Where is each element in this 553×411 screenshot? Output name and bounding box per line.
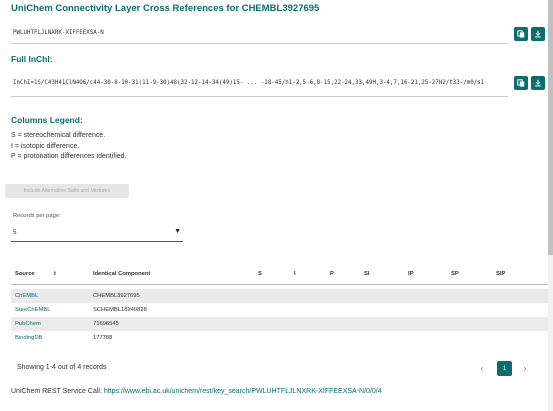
legend-line: P = protonation differences identified. xyxy=(11,153,127,160)
column-header-si: SI xyxy=(360,264,404,285)
copy-inchi-button[interactable] xyxy=(514,76,528,90)
rest-service-call: UniChem REST Service Call: https://www.e… xyxy=(11,388,382,395)
records-per-page-label: Records per page: xyxy=(13,213,61,219)
identical-component-cell: 71696545 xyxy=(89,317,254,331)
download-key-button[interactable] xyxy=(531,27,545,41)
column-header-ip: IP xyxy=(404,264,447,285)
pagination-current-page[interactable]: 1 xyxy=(497,361,512,376)
scrollbar-thumb[interactable] xyxy=(548,0,553,255)
source-link[interactable]: BindingDB xyxy=(11,331,89,345)
legend-line: I = isotopic difference. xyxy=(11,142,80,150)
copy-key-button[interactable] xyxy=(514,27,528,41)
download-icon xyxy=(535,30,541,38)
records-per-page-value: 5 xyxy=(13,229,17,236)
records-count: Showing 1-4 out of 4 records xyxy=(17,364,107,371)
page-title: UniChem Connectivity Layer Cross Referen… xyxy=(11,3,320,14)
identical-component-cell: CHEMBL3927695 xyxy=(89,289,254,303)
column-header-sip: SIP xyxy=(492,264,549,285)
inchi-key-value: PWLUHTFLJLNXRK-XIFFEEXSA-N xyxy=(13,30,104,36)
legend-line: S = stereochemical difference. xyxy=(11,132,106,139)
table-row: PubChem 71696545 xyxy=(11,317,549,331)
sort-icon[interactable]: ⇕ xyxy=(53,271,57,277)
full-inchi-field: InChI=1S/C43H41ClN4O6/c44-30-8-10-31(11-… xyxy=(11,69,508,97)
column-header-p: P xyxy=(326,264,360,285)
rest-service-label: UniChem REST Service Call: xyxy=(11,388,102,395)
table-row: SureChEMBL SCHEMBL18240828 xyxy=(11,303,549,317)
columns-legend: S = stereochemical difference. I = isoto… xyxy=(11,131,127,163)
dropdown-arrow-icon: ▼ xyxy=(174,228,181,235)
column-header-sp: SP xyxy=(447,264,492,285)
pagination-next-button[interactable]: › xyxy=(518,361,532,376)
include-alternative-salts-button[interactable]: Include Alternative Salts and Mixtures xyxy=(5,184,129,198)
identical-component-cell: SCHEMBL18240828 xyxy=(93,307,147,313)
download-inchi-button[interactable] xyxy=(531,76,545,90)
column-header-i: I xyxy=(290,264,326,285)
source-link[interactable]: ChEMBL xyxy=(11,289,89,303)
download-icon xyxy=(535,79,541,87)
column-header-source[interactable]: Source ⇕ xyxy=(11,264,89,285)
full-inchi-value: InChI=1S/C43H41ClN4O6/c44-30-8-10-31(11-… xyxy=(13,80,485,86)
column-header-identical-component: Identical Component xyxy=(89,264,254,285)
standard-inchi-key-field: PWLUHTFLJLNXRK-XIFFEEXSA-N xyxy=(11,25,508,44)
pagination-prev-button[interactable]: ‹ xyxy=(475,361,489,376)
table-row: ChEMBL CHEMBL3927695 xyxy=(11,289,549,303)
column-header-s: S xyxy=(254,264,290,285)
rest-service-link[interactable]: https://www.ebi.ac.uk/unichem/rest/key_s… xyxy=(104,388,382,395)
source-link[interactable]: PubChem xyxy=(11,317,89,331)
identical-component-cell: 177788 xyxy=(93,335,113,341)
cross-references-table: Source ⇕ Identical Component S I P SI IP … xyxy=(11,264,549,345)
columns-legend-heading: Columns Legend: xyxy=(11,115,83,125)
copy-icon xyxy=(517,30,525,38)
source-link[interactable]: SureChEMBL xyxy=(11,303,89,317)
full-inchi-heading: Full InChI: xyxy=(11,54,53,64)
copy-icon xyxy=(517,79,525,87)
vertical-scrollbar[interactable] xyxy=(548,0,553,411)
table-row: BindingDB 177788 xyxy=(11,331,549,345)
records-per-page-select[interactable]: 5 ▼ xyxy=(11,226,183,242)
